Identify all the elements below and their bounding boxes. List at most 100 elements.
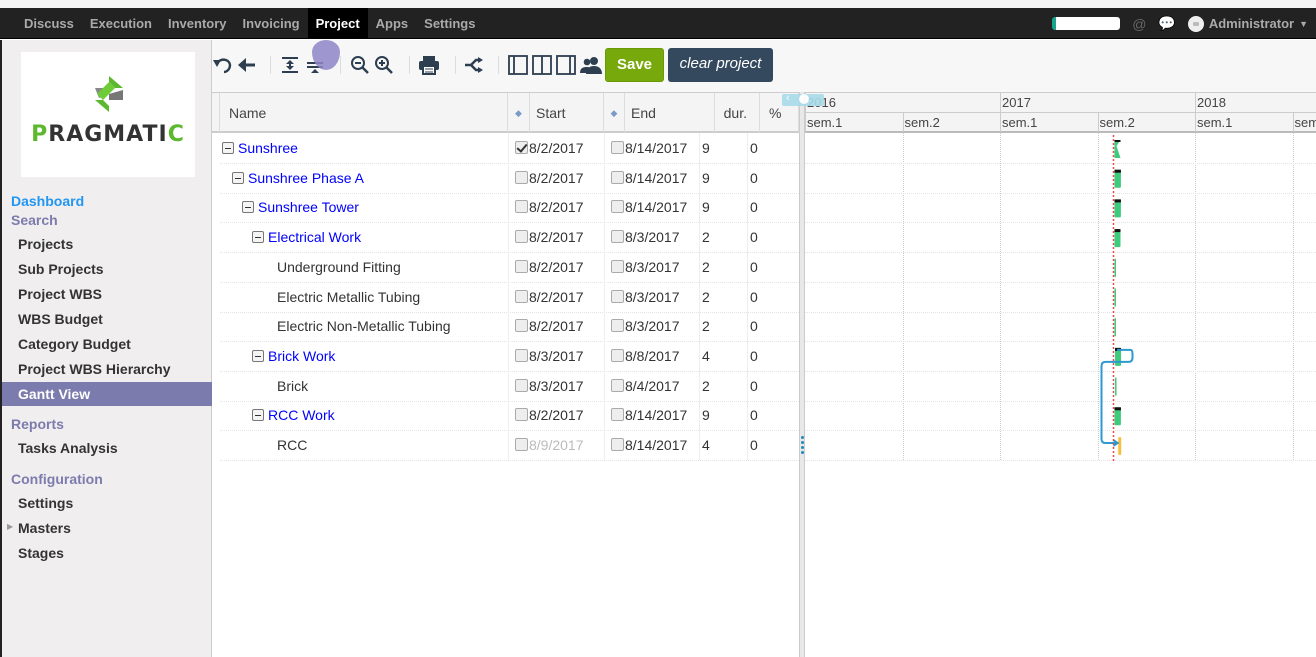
scroll-knob[interactable] bbox=[799, 94, 809, 104]
end-milestone-checkbox[interactable] bbox=[611, 431, 624, 460]
sidebar-item-gantt-view[interactable]: Gantt View bbox=[2, 382, 212, 406]
start-date[interactable]: 8/2/2017 bbox=[529, 401, 584, 430]
end-milestone-checkbox[interactable] bbox=[611, 134, 624, 163]
clear-project-button[interactable]: clear project bbox=[668, 48, 773, 82]
task-row[interactable]: Electric Non-Metallic Tubing 8/2/2017 8/3/… bbox=[220, 312, 799, 343]
collapse-toggle-icon[interactable] bbox=[252, 349, 264, 362]
task-name[interactable]: Electrical Work bbox=[268, 229, 361, 245]
chevron-left-icon[interactable]: ‹ bbox=[786, 92, 790, 104]
start-milestone-header-icon[interactable]: ◆ bbox=[508, 93, 530, 133]
sidebar-item-project-wbs[interactable]: Project WBS bbox=[2, 282, 212, 306]
progress-percent[interactable]: 0 bbox=[750, 401, 758, 430]
duration[interactable]: 2 bbox=[702, 312, 710, 341]
duration[interactable]: 9 bbox=[702, 164, 710, 193]
menu-item-invoicing[interactable]: Invoicing bbox=[235, 8, 308, 39]
task-name-cell[interactable]: Underground Fitting bbox=[277, 253, 401, 282]
task-name-cell[interactable]: Electric Non-Metallic Tubing bbox=[277, 312, 451, 341]
sidebar-item-sub-projects[interactable]: Sub Projects bbox=[2, 257, 212, 281]
start-milestone-checkbox[interactable] bbox=[515, 134, 528, 163]
task-name[interactable]: Brick bbox=[277, 378, 308, 394]
zoom-out-icon[interactable] bbox=[349, 53, 371, 77]
start-date[interactable]: 8/3/2017 bbox=[529, 372, 584, 401]
duration[interactable]: 2 bbox=[702, 253, 710, 282]
duration[interactable]: 9 bbox=[702, 193, 710, 222]
progress-percent[interactable]: 0 bbox=[750, 283, 758, 312]
end-date[interactable]: 8/14/2017 bbox=[625, 193, 687, 222]
task-name-cell[interactable]: Electric Metallic Tubing bbox=[277, 283, 420, 312]
progress-percent[interactable]: 0 bbox=[750, 372, 758, 401]
task-name[interactable]: Sunshree Phase A bbox=[248, 170, 364, 186]
user-menu[interactable]: Administrator ▼ bbox=[1187, 15, 1308, 32]
start-date[interactable]: 8/2/2017 bbox=[529, 283, 584, 312]
end-date[interactable]: 8/14/2017 bbox=[625, 431, 687, 460]
end-date[interactable]: 8/3/2017 bbox=[625, 283, 680, 312]
end-date[interactable]: 8/14/2017 bbox=[625, 164, 687, 193]
end-milestone-checkbox[interactable] bbox=[611, 342, 624, 371]
header-end[interactable]: End bbox=[625, 93, 715, 133]
sidebar-item-settings[interactable]: Settings bbox=[2, 491, 212, 515]
task-row[interactable]: Sunshree Tower 8/2/2017 8/14/2017 9 0 bbox=[220, 193, 799, 224]
end-milestone-checkbox[interactable] bbox=[611, 283, 624, 312]
end-date[interactable]: 8/8/2017 bbox=[625, 342, 680, 371]
progress-percent[interactable]: 0 bbox=[750, 164, 758, 193]
sidebar-item-projects[interactable]: Projects bbox=[2, 232, 212, 256]
progress-percent[interactable]: 0 bbox=[750, 312, 758, 341]
task-name[interactable]: Underground Fitting bbox=[277, 259, 401, 275]
print-icon[interactable] bbox=[417, 53, 441, 77]
task-name-cell[interactable]: Brick Work bbox=[252, 342, 335, 371]
duration[interactable]: 9 bbox=[702, 134, 710, 163]
collapse-toggle-icon[interactable] bbox=[232, 171, 244, 184]
start-date[interactable]: 8/2/2017 bbox=[529, 312, 584, 341]
progress-percent[interactable]: 0 bbox=[750, 134, 758, 163]
start-milestone-checkbox[interactable] bbox=[515, 401, 528, 430]
collapse-toggle-icon[interactable] bbox=[222, 142, 234, 154]
menu-item-project[interactable]: Project bbox=[307, 8, 368, 39]
menu-item-discuss[interactable]: Discuss bbox=[16, 8, 82, 39]
progress-percent[interactable]: 0 bbox=[750, 193, 758, 222]
splitter-handle-icon[interactable] bbox=[801, 436, 804, 456]
undo-icon[interactable] bbox=[212, 53, 234, 77]
header-name[interactable]: Name bbox=[220, 93, 508, 133]
header-duration[interactable]: dur. bbox=[715, 93, 760, 133]
task-name-cell[interactable]: RCC Work bbox=[252, 401, 335, 430]
task-name[interactable]: RCC Work bbox=[268, 407, 335, 423]
end-date[interactable]: 8/3/2017 bbox=[625, 312, 680, 341]
end-date[interactable]: 8/3/2017 bbox=[625, 253, 680, 282]
task-name-cell[interactable]: Sunshree bbox=[222, 134, 298, 163]
start-milestone-checkbox[interactable] bbox=[515, 193, 528, 222]
start-date[interactable]: 8/9/2017 bbox=[529, 431, 584, 460]
duration[interactable]: 2 bbox=[702, 283, 710, 312]
start-milestone-checkbox[interactable] bbox=[515, 312, 528, 341]
task-row[interactable]: Brick Work 8/3/2017 8/8/2017 4 0 bbox=[220, 342, 799, 372]
end-milestone-checkbox[interactable] bbox=[611, 372, 624, 401]
sidebar-item-category-budget[interactable]: Category Budget bbox=[2, 332, 212, 356]
progress-percent[interactable]: 0 bbox=[750, 253, 758, 282]
right-panel-icon[interactable] bbox=[555, 53, 577, 77]
task-name[interactable]: Sunshree bbox=[238, 140, 298, 156]
task-name-cell[interactable]: Sunshree Phase A bbox=[232, 164, 364, 193]
task-name-cell[interactable]: RCC bbox=[277, 431, 307, 460]
resources-icon[interactable] bbox=[579, 53, 603, 77]
menu-item-apps[interactable]: Apps bbox=[368, 8, 417, 39]
start-milestone-checkbox[interactable] bbox=[515, 342, 528, 371]
task-name[interactable]: Brick Work bbox=[268, 348, 335, 364]
menu-item-inventory[interactable]: Inventory bbox=[160, 8, 235, 39]
task-row[interactable]: RCC Work 8/2/2017 8/14/2017 9 0 bbox=[220, 401, 799, 432]
start-milestone-checkbox[interactable] bbox=[515, 253, 528, 282]
task-name-cell[interactable]: Brick bbox=[277, 372, 308, 401]
task-name[interactable]: Sunshree Tower bbox=[258, 199, 359, 215]
chat-icon[interactable]: 💬 bbox=[1158, 15, 1175, 32]
task-name-cell[interactable]: Sunshree Tower bbox=[242, 193, 359, 222]
header-start[interactable]: Start bbox=[530, 93, 604, 133]
menu-item-execution[interactable]: Execution bbox=[82, 8, 160, 39]
end-milestone-checkbox[interactable] bbox=[611, 312, 624, 341]
start-milestone-checkbox[interactable] bbox=[515, 223, 528, 252]
task-row[interactable]: RCC 8/9/2017 8/14/2017 4 0 bbox=[220, 431, 799, 461]
task-name-cell[interactable]: Electrical Work bbox=[252, 223, 361, 252]
left-panel-icon[interactable] bbox=[507, 53, 529, 77]
end-milestone-header-icon[interactable]: ◆ bbox=[604, 93, 625, 133]
task-row[interactable]: Sunshree 8/2/2017 8/14/2017 9 0 bbox=[220, 134, 799, 164]
zoom-in-icon[interactable] bbox=[373, 53, 395, 77]
start-date[interactable]: 8/2/2017 bbox=[529, 164, 584, 193]
start-date[interactable]: 8/2/2017 bbox=[529, 193, 584, 222]
